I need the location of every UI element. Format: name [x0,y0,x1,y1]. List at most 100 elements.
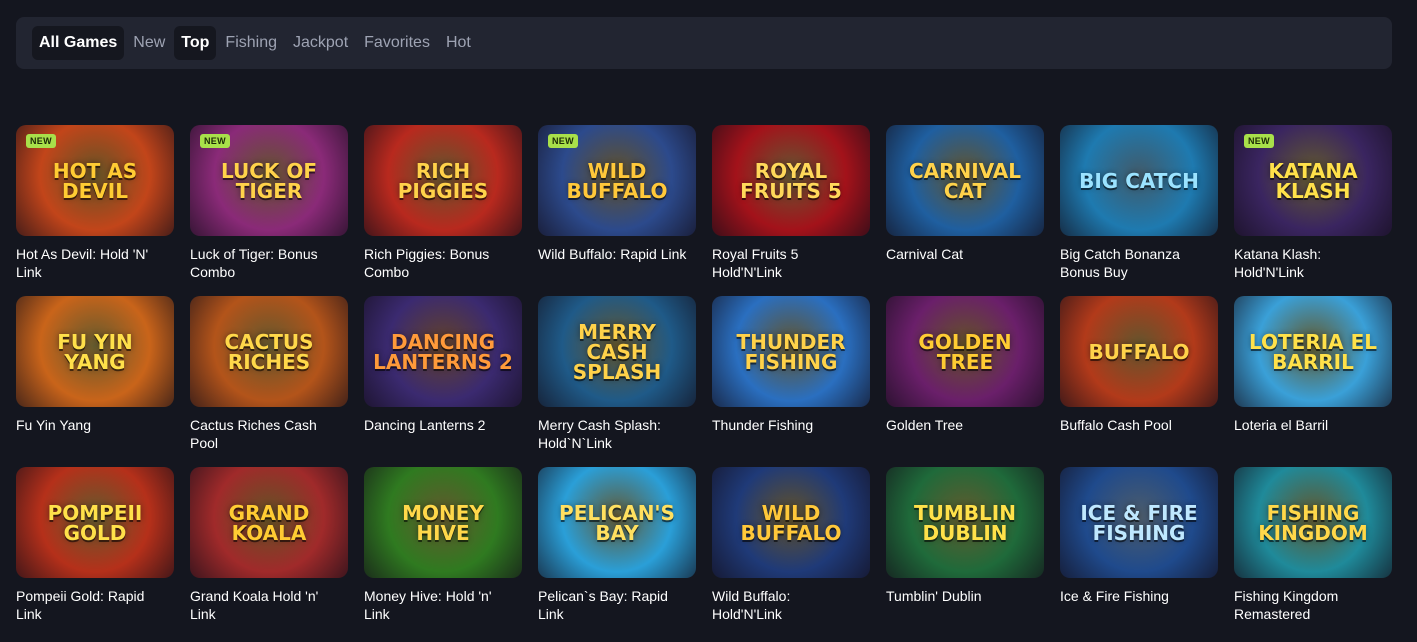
game-title[interactable]: Wild Buffalo: Hold'N'Link [712,587,862,623]
game-card[interactable]: THUNDER FISHING Thunder Fishing [712,296,870,467]
game-thumbnail[interactable]: MERRY CASH SPLASH [538,296,696,407]
game-card[interactable]: POMPEII GOLD Pompeii Gold: Rapid Link [16,467,174,638]
game-title[interactable]: Fishing Kingdom Remastered [1234,587,1384,623]
game-title[interactable]: Wild Buffalo: Rapid Link [538,245,688,263]
game-thumbnail[interactable]: GOLDEN TREE [886,296,1044,407]
game-thumbnail[interactable]: BIG CATCH [1060,125,1218,236]
game-title[interactable]: Grand Koala Hold 'n' Link [190,587,340,623]
game-card[interactable]: CARNIVAL CAT Carnival Cat [886,125,1044,296]
game-card[interactable]: DANCING LANTERNS 2 Dancing Lanterns 2 [364,296,522,467]
tab-all-games[interactable]: All Games [32,26,125,60]
game-thumbnail[interactable]: DANCING LANTERNS 2 [364,296,522,407]
game-thumbnail[interactable]: ROYAL FRUITS 5 [712,125,870,236]
game-title[interactable]: Buffalo Cash Pool [1060,416,1210,434]
game-thumbnail[interactable]: WILD BUFFALO NEW [538,125,696,236]
game-card[interactable]: ICE & FIRE FISHING Ice & Fire Fishing [1060,467,1218,638]
game-card[interactable]: ROYAL FRUITS 5 Royal Fruits 5 Hold'N'Link [712,125,870,296]
tab-fishing[interactable]: Fishing [218,26,284,60]
tab-favorites[interactable]: Favorites [357,26,437,60]
tab-hot[interactable]: Hot [439,26,478,60]
game-thumbnail[interactable]: GRAND KOALA [190,467,348,578]
game-logo-art: FU YIN YANG [57,329,133,374]
game-title[interactable]: Royal Fruits 5 Hold'N'Link [712,245,862,281]
game-title[interactable]: Rich Piggies: Bonus Combo [364,245,514,281]
game-logo-art: GRAND KOALA [228,500,310,545]
game-title[interactable]: Hot As Devil: Hold 'N' Link [16,245,166,281]
game-card[interactable]: RICH PIGGIES Rich Piggies: Bonus Combo [364,125,522,296]
game-title[interactable]: Big Catch Bonanza Bonus Buy [1060,245,1210,281]
game-thumbnail[interactable]: LOTERIA EL BARRIL [1234,296,1392,407]
game-logo-art: MONEY HIVE [402,500,484,545]
game-thumbnail[interactable]: FISHING KINGDOM [1234,467,1392,578]
game-thumbnail[interactable]: PELICAN'S BAY [538,467,696,578]
game-title[interactable]: Thunder Fishing [712,416,862,434]
game-logo-art: PELICAN'S BAY [559,500,675,545]
game-thumbnail[interactable]: CARNIVAL CAT [886,125,1044,236]
game-title[interactable]: Merry Cash Splash: Hold`N`Link [538,416,688,452]
game-card[interactable]: CACTUS RICHES Cactus Riches Cash Pool [190,296,348,467]
game-logo-art: BUFFALO [1088,339,1190,364]
game-thumbnail[interactable]: CACTUS RICHES [190,296,348,407]
game-title[interactable]: Carnival Cat [886,245,1036,263]
game-title[interactable]: Luck of Tiger: Bonus Combo [190,245,340,281]
game-thumbnail[interactable]: WILD BUFFALO [712,467,870,578]
game-title[interactable]: Loteria el Barril [1234,416,1384,434]
game-thumbnail[interactable]: TUMBLIN DUBLIN [886,467,1044,578]
new-badge: NEW [548,134,578,148]
game-logo-art: WILD BUFFALO [566,158,668,203]
game-card[interactable]: GRAND KOALA Grand Koala Hold 'n' Link [190,467,348,638]
game-card[interactable]: MERRY CASH SPLASH Merry Cash Splash: Hold… [538,296,696,467]
game-title[interactable]: Golden Tree [886,416,1036,434]
game-logo-art: LUCK OF TIGER [220,158,318,203]
game-card[interactable]: KATANA KLASH NEW Katana Klash: Hold'N'Link [1234,125,1392,296]
tab-top[interactable]: Top [174,26,217,60]
game-thumbnail[interactable]: RICH PIGGIES [364,125,522,236]
game-card[interactable]: LUCK OF TIGER NEW Luck of Tiger: Bonus Com… [190,125,348,296]
games-grid: HOT AS DEVIL NEW Hot As Devil: Hold 'N' Li… [16,125,1392,638]
game-title[interactable]: Tumblin' Dublin [886,587,1036,605]
game-card[interactable]: PELICAN'S BAY Pelican`s Bay: Rapid Link [538,467,696,638]
tab-new[interactable]: New [126,26,172,60]
game-logo-art: GOLDEN TREE [918,329,1012,374]
tab-jackpot[interactable]: Jackpot [286,26,355,60]
game-title[interactable]: Ice & Fire Fishing [1060,587,1210,605]
game-logo-art: DANCING LANTERNS 2 [373,329,513,374]
game-thumbnail[interactable]: KATANA KLASH NEW [1234,125,1392,236]
game-thumbnail[interactable]: BUFFALO [1060,296,1218,407]
game-title[interactable]: Pelican`s Bay: Rapid Link [538,587,688,623]
game-logo-art: THUNDER FISHING [736,329,846,374]
new-badge: NEW [26,134,56,148]
game-thumbnail[interactable]: LUCK OF TIGER NEW [190,125,348,236]
game-logo-art: POMPEII GOLD [47,500,143,545]
game-card[interactable]: WILD BUFFALO Wild Buffalo: Hold'N'Link [712,467,870,638]
game-title[interactable]: Money Hive: Hold 'n' Link [364,587,514,623]
game-logo-art: CARNIVAL CAT [908,158,1022,203]
game-card[interactable]: BUFFALO Buffalo Cash Pool [1060,296,1218,467]
game-card[interactable]: MONEY HIVE Money Hive: Hold 'n' Link [364,467,522,638]
game-thumbnail[interactable]: THUNDER FISHING [712,296,870,407]
game-card[interactable]: WILD BUFFALO NEW Wild Buffalo: Rapid Link [538,125,696,296]
game-title[interactable]: Katana Klash: Hold'N'Link [1234,245,1384,281]
game-logo-art: MERRY CASH SPLASH [572,319,662,384]
game-thumbnail[interactable]: ICE & FIRE FISHING [1060,467,1218,578]
game-title[interactable]: Cactus Riches Cash Pool [190,416,340,452]
game-card[interactable]: LOTERIA EL BARRIL Loteria el Barril [1234,296,1392,467]
game-logo-art: FISHING KINGDOM [1258,500,1368,545]
game-thumbnail[interactable]: HOT AS DEVIL NEW [16,125,174,236]
game-thumbnail[interactable]: POMPEII GOLD [16,467,174,578]
game-thumbnail[interactable]: MONEY HIVE [364,467,522,578]
game-logo-art: ICE & FIRE FISHING [1080,500,1198,545]
game-title[interactable]: Dancing Lanterns 2 [364,416,514,434]
game-thumbnail[interactable]: FU YIN YANG [16,296,174,407]
game-title[interactable]: Pompeii Gold: Rapid Link [16,587,166,623]
game-card[interactable]: FISHING KINGDOM Fishing Kingdom Remastere… [1234,467,1392,638]
game-card[interactable]: BIG CATCH Big Catch Bonanza Bonus Buy [1060,125,1218,296]
game-title[interactable]: Fu Yin Yang [16,416,166,434]
game-card[interactable]: FU YIN YANG Fu Yin Yang [16,296,174,467]
game-logo-art: TUMBLIN DUBLIN [914,500,1016,545]
game-logo-art: CACTUS RICHES [224,329,314,374]
game-card[interactable]: HOT AS DEVIL NEW Hot As Devil: Hold 'N' Li… [16,125,174,296]
new-badge: NEW [200,134,230,148]
game-card[interactable]: GOLDEN TREE Golden Tree [886,296,1044,467]
game-card[interactable]: TUMBLIN DUBLIN Tumblin' Dublin [886,467,1044,638]
